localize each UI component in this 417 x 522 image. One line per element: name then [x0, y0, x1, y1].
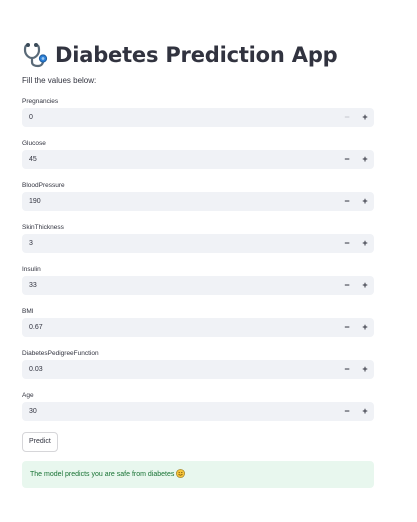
field-label: DiabetesPedigreeFunction	[22, 350, 99, 357]
number-input-value[interactable]: 3	[29, 234, 33, 253]
field-label: BloodPressure	[22, 182, 65, 189]
predict-button[interactable]: Predict	[22, 432, 58, 452]
stethoscope-icon	[23, 43, 48, 68]
increment-button[interactable]: +	[358, 108, 372, 127]
page-title: Diabetes Prediction App	[55, 43, 338, 67]
page-header: Diabetes Prediction App	[22, 40, 338, 70]
prediction-result-message: The model predicts you are safe from dia…	[30, 471, 175, 478]
increment-button[interactable]: +	[358, 318, 372, 337]
increment-button[interactable]: +	[358, 276, 372, 295]
number-input-box[interactable]: 30 − +	[22, 402, 374, 421]
field-label: SkinThickness	[22, 224, 64, 231]
increment-button[interactable]: +	[358, 402, 372, 421]
increment-button[interactable]: +	[358, 360, 372, 379]
number-input-value[interactable]: 33	[29, 276, 37, 295]
increment-button[interactable]: +	[358, 150, 372, 169]
prediction-result-text: The model predicts you are safe from dia…	[30, 461, 186, 488]
field-label: BMI	[22, 308, 34, 315]
increment-button[interactable]: +	[358, 234, 372, 253]
number-input-value[interactable]: 0.67	[29, 318, 43, 337]
field-label: Insulin	[22, 266, 41, 273]
decrement-button[interactable]: −	[340, 234, 354, 253]
number-input-box[interactable]: 3 − +	[22, 234, 374, 253]
number-input-value[interactable]: 0	[29, 108, 33, 127]
field-label: Pregnancies	[22, 98, 59, 105]
form-instruction: Fill the values below:	[22, 76, 97, 85]
decrement-button[interactable]: −	[340, 402, 354, 421]
decrement-button[interactable]: −	[340, 150, 354, 169]
decrement-button[interactable]: −	[340, 360, 354, 379]
number-input-value[interactable]: 30	[29, 402, 37, 421]
smiley-face-icon	[176, 468, 186, 478]
number-input-value[interactable]: 45	[29, 150, 37, 169]
number-input-value[interactable]: 190	[29, 192, 41, 211]
field-label: Age	[22, 392, 34, 399]
number-input-box[interactable]: 0 − +	[22, 108, 374, 127]
increment-button[interactable]: +	[358, 192, 372, 211]
number-input-box[interactable]: 33 − +	[22, 276, 374, 295]
number-input-box[interactable]: 0.03 − +	[22, 360, 374, 379]
decrement-button[interactable]: −	[340, 276, 354, 295]
prediction-result-alert: The model predicts you are safe from dia…	[22, 461, 374, 488]
number-input-box[interactable]: 190 − +	[22, 192, 374, 211]
number-input-box[interactable]: 0.67 − +	[22, 318, 374, 337]
field-label: Glucose	[22, 140, 46, 147]
decrement-button[interactable]: −	[340, 108, 354, 127]
number-input-value[interactable]: 0.03	[29, 360, 43, 379]
decrement-button[interactable]: −	[340, 192, 354, 211]
number-input-box[interactable]: 45 − +	[22, 150, 374, 169]
decrement-button[interactable]: −	[340, 318, 354, 337]
